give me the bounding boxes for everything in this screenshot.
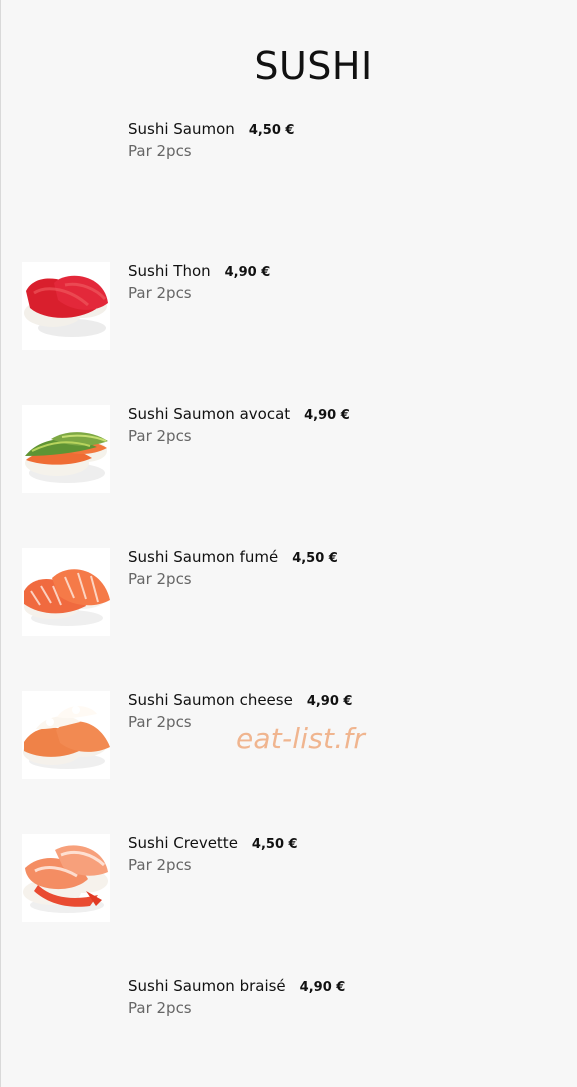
tuna-nigiri-image <box>22 262 110 350</box>
item-price: 4,90 € <box>224 265 271 280</box>
menu-item-sushi-saumon-avocat[interactable]: Sushi Saumon avocat 4,90 € Par 2pcs <box>22 405 542 495</box>
item-name: Sushi Saumon <box>128 120 235 138</box>
item-name: Sushi Saumon braisé <box>128 977 286 995</box>
watermark-text: eat-list.fr <box>236 722 366 755</box>
item-name: Sushi Saumon cheese <box>128 691 293 709</box>
item-name: Sushi Thon <box>128 262 211 280</box>
item-name: Sushi Saumon avocat <box>128 405 291 423</box>
item-text: Sushi Saumon braisé 4,90 € Par 2pcs <box>128 977 345 1017</box>
item-name: Sushi Saumon fumé <box>128 548 279 566</box>
item-text: Sushi Thon 4,90 € Par 2pcs <box>128 262 270 302</box>
item-price: 4,90 € <box>304 408 350 423</box>
salmon-cheese-nigiri-image <box>22 691 110 779</box>
salmon-avocado-nigiri-image <box>22 405 110 493</box>
item-text: Sushi Saumon fumé 4,50 € Par 2pcs <box>128 548 338 588</box>
shrimp-nigiri-image <box>22 834 110 922</box>
menu-item-sushi-saumon-fume[interactable]: Sushi Saumon fumé 4,50 € Par 2pcs <box>22 548 542 638</box>
item-portion: Par 2pcs <box>128 570 192 588</box>
menu-item-sushi-saumon[interactable]: Sushi Saumon 4,50 € Par 2pcs <box>22 120 542 210</box>
item-text: Sushi Saumon 4,50 € Par 2pcs <box>128 120 294 160</box>
item-text: Sushi Crevette 4,50 € Par 2pcs <box>128 834 298 874</box>
item-portion: Par 2pcs <box>128 427 192 445</box>
item-line: Sushi Saumon avocat 4,90 € <box>128 405 350 423</box>
item-line: Sushi Saumon braisé 4,90 € <box>128 977 345 995</box>
page-title: SUSHI <box>254 44 373 88</box>
smoked-salmon-nigiri-image <box>22 548 110 636</box>
item-portion: Par 2pcs <box>128 142 192 160</box>
item-price: 4,50 € <box>251 837 298 852</box>
item-price: 4,90 € <box>306 694 353 709</box>
item-price: 4,50 € <box>292 551 338 566</box>
item-text: Sushi Saumon avocat 4,90 € Par 2pcs <box>128 405 350 445</box>
item-line: Sushi Saumon 4,50 € <box>128 120 294 138</box>
item-name: Sushi Crevette <box>128 834 238 852</box>
menu-item-sushi-thon[interactable]: Sushi Thon 4,90 € Par 2pcs <box>22 262 542 352</box>
item-price: 4,90 € <box>299 980 346 995</box>
item-portion: Par 2pcs <box>128 284 192 302</box>
menu-item-sushi-saumon-braise[interactable]: Sushi Saumon braisé 4,90 € Par 2pcs <box>22 977 542 1067</box>
item-line: Sushi Saumon cheese 4,90 € <box>128 691 352 709</box>
item-price: 4,50 € <box>248 123 295 138</box>
left-page-rule <box>0 0 1 1087</box>
menu-item-sushi-crevette[interactable]: Sushi Crevette 4,50 € Par 2pcs <box>22 834 542 924</box>
item-line: Sushi Crevette 4,50 € <box>128 834 298 852</box>
item-portion: Par 2pcs <box>128 999 192 1017</box>
item-line: Sushi Saumon fumé 4,50 € <box>128 548 338 566</box>
item-line: Sushi Thon 4,90 € <box>128 262 270 280</box>
item-portion: Par 2pcs <box>128 856 192 874</box>
